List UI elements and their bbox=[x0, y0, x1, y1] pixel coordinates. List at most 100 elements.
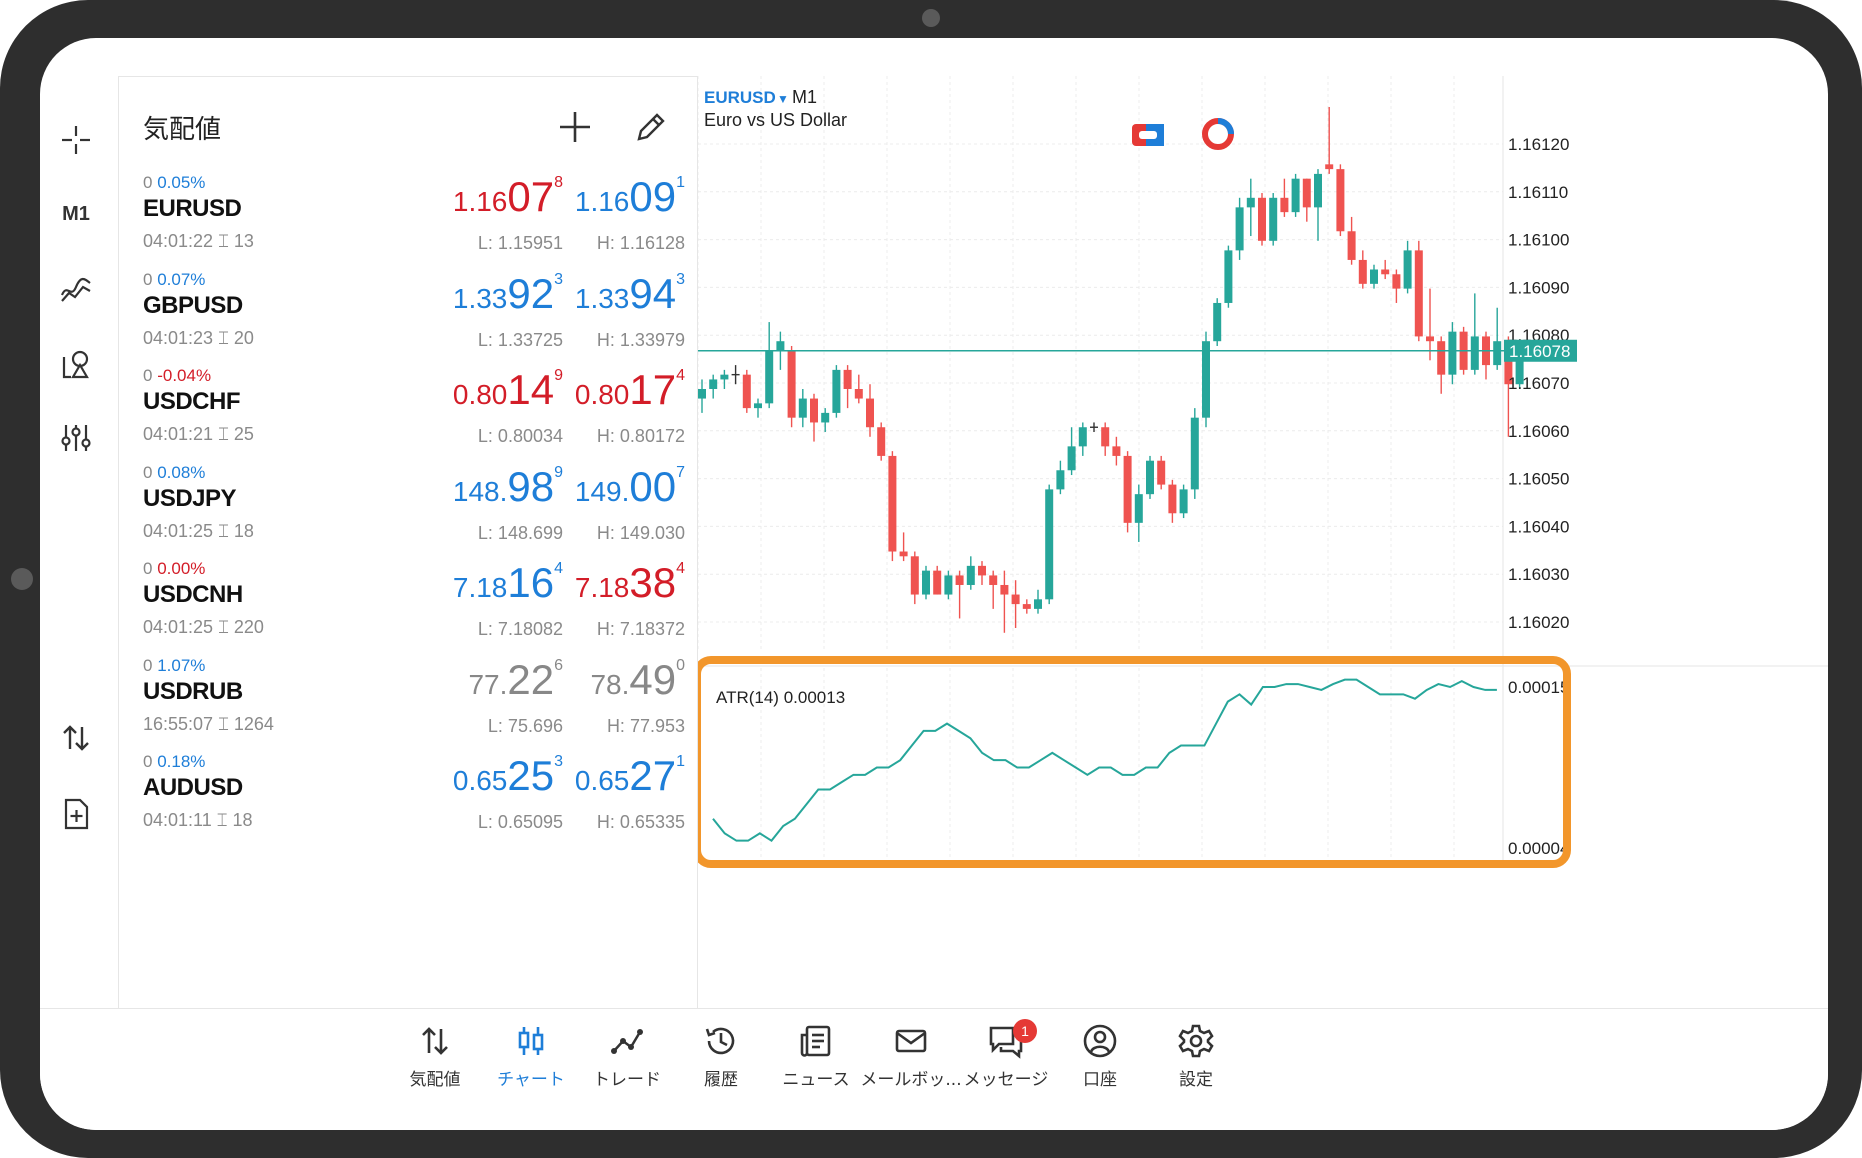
bid-price[interactable]: 1.33923 bbox=[453, 270, 563, 318]
price-tick: 1.16030 bbox=[1508, 565, 1569, 584]
candle-body bbox=[899, 551, 908, 557]
low-price: L: 1.33725 bbox=[477, 329, 563, 350]
change-points: 0 bbox=[143, 655, 153, 675]
nav-account[interactable]: 口座 bbox=[1045, 1023, 1155, 1113]
price-tick: 1.16070 bbox=[1508, 374, 1569, 393]
ask-price[interactable]: 1.33943 bbox=[575, 270, 685, 318]
candle-body bbox=[1403, 250, 1412, 289]
candle-body bbox=[922, 570, 930, 595]
candle-body bbox=[1000, 584, 1009, 595]
candlestick-chart[interactable]: 1.161201.161101.161001.160901.160801.160… bbox=[688, 76, 1828, 1008]
nav-history[interactable]: 履歴 bbox=[666, 1023, 776, 1113]
nav-label: メッセージ bbox=[963, 1070, 1049, 1090]
symbol-name: USDCHF bbox=[143, 388, 241, 415]
low-price: L: 0.65095 bbox=[477, 812, 563, 832]
candle-body bbox=[1347, 231, 1356, 260]
change-percent: 0 1.07% bbox=[143, 656, 205, 676]
nav-mail[interactable]: メールボッ... bbox=[856, 1023, 966, 1113]
edit-pencil-icon[interactable] bbox=[631, 107, 671, 147]
candle-body bbox=[1370, 269, 1378, 284]
chart-timeframe: M1 bbox=[792, 87, 817, 107]
nav-news[interactable]: ニュース bbox=[761, 1023, 871, 1113]
ask-fraction: 4 bbox=[676, 367, 685, 384]
ask-price[interactable]: 1.16091 bbox=[575, 173, 685, 221]
quote-time: 04:01:21 ⌶ 25 bbox=[143, 424, 254, 444]
bid-price[interactable]: 1.16078 bbox=[453, 173, 563, 221]
bid-big: 25 bbox=[507, 752, 555, 799]
clock-icon bbox=[1202, 118, 1234, 150]
candle-body bbox=[1067, 446, 1076, 471]
candle-body bbox=[910, 556, 919, 595]
change-percent: 0 0.07% bbox=[143, 270, 205, 290]
bid-price[interactable]: 0.80149 bbox=[453, 366, 563, 414]
chart-symbol: EURUSD bbox=[704, 88, 776, 107]
candle-body bbox=[1034, 599, 1042, 609]
bid-fraction: 3 bbox=[554, 753, 563, 770]
crosshair-icon[interactable] bbox=[54, 118, 98, 162]
candle-body bbox=[989, 575, 998, 585]
nav-label: トレード bbox=[593, 1070, 661, 1090]
candle-body bbox=[966, 565, 975, 585]
add-symbol-icon[interactable] bbox=[555, 107, 595, 147]
settings-sliders-icon[interactable] bbox=[54, 416, 98, 460]
ask-price[interactable]: 78.490 bbox=[590, 656, 685, 704]
ask-price[interactable]: 149.007 bbox=[575, 463, 685, 511]
timeframe-button[interactable]: M1 bbox=[54, 192, 98, 236]
bid-fraction: 3 bbox=[554, 270, 563, 288]
nav-chart[interactable]: チャート bbox=[476, 1023, 586, 1113]
symbol-name: GBPUSD bbox=[143, 291, 243, 319]
candle-body bbox=[866, 398, 874, 428]
trade-arrows-icon[interactable] bbox=[54, 716, 98, 760]
bid-prefix: 7.18 bbox=[452, 572, 508, 603]
change-points: 0 bbox=[143, 559, 153, 578]
ask-prefix: 149. bbox=[574, 475, 630, 507]
ask-fraction: 1 bbox=[676, 174, 685, 191]
candle-body bbox=[1336, 169, 1345, 232]
candle-body bbox=[888, 455, 897, 552]
quote-time: 04:01:25 ⌶ 18 bbox=[143, 520, 254, 541]
objects-icon[interactable] bbox=[54, 342, 98, 386]
bid-big: 92 bbox=[507, 269, 555, 317]
candle-body bbox=[1448, 331, 1457, 375]
symbol-name: USDJPY bbox=[143, 484, 237, 512]
bid-price[interactable]: 148.989 bbox=[453, 463, 563, 511]
candle-body bbox=[1101, 427, 1110, 447]
candle-body bbox=[1381, 269, 1390, 275]
candle-body bbox=[832, 369, 841, 413]
candle-body bbox=[742, 374, 751, 409]
ask-price[interactable]: 7.18384 bbox=[575, 559, 685, 607]
candle-body bbox=[854, 389, 863, 399]
candle-body bbox=[1392, 274, 1401, 289]
quote-row-audusd[interactable]: 0 0.18% AUDUSD 04:01:11 ⌶ 18 0.65253 0.65271… bbox=[119, 744, 697, 859]
bid-prefix: 77. bbox=[468, 668, 508, 700]
nav-settings[interactable]: 設定 bbox=[1141, 1023, 1251, 1113]
bid-price[interactable]: 0.65253 bbox=[453, 752, 563, 800]
bid-big: 16 bbox=[507, 559, 555, 606]
bid-price[interactable]: 77.226 bbox=[468, 656, 563, 704]
change-value: -0.04% bbox=[157, 366, 212, 385]
change-value: 0.18% bbox=[157, 752, 206, 771]
quote-time: 04:01:11 ⌶ 18 bbox=[143, 810, 253, 830]
candle-body bbox=[1179, 489, 1188, 514]
nav-quotes[interactable]: 気配値 bbox=[380, 1023, 490, 1113]
bid-fraction: 4 bbox=[554, 560, 563, 577]
chart-grid bbox=[697, 76, 1503, 866]
bid-price[interactable]: 7.18164 bbox=[453, 559, 563, 607]
chart-area[interactable]: 1.16120 1.16110 1.16100 1.16090 1.16080 1.160… bbox=[688, 76, 1828, 1008]
ask-big: 00 bbox=[629, 462, 677, 510]
ask-price[interactable]: 0.80174 bbox=[575, 366, 685, 414]
candle-body bbox=[1134, 494, 1143, 523]
ask-big: 09 bbox=[629, 173, 677, 220]
indicator-icon[interactable] bbox=[54, 266, 98, 310]
home-button[interactable] bbox=[11, 568, 33, 590]
chart-toolbar: M1 bbox=[40, 38, 118, 998]
new-order-icon[interactable] bbox=[54, 792, 98, 836]
symbol-name: EURUSD bbox=[143, 195, 242, 222]
bid-big: 14 bbox=[507, 366, 555, 413]
symbol-name: USDRUB bbox=[143, 677, 243, 705]
ask-price[interactable]: 0.65271 bbox=[575, 752, 685, 800]
change-value: 0.07% bbox=[157, 269, 206, 289]
candle-body bbox=[1358, 259, 1367, 284]
price-axis: 1.161201.161101.161001.160901.160801.160… bbox=[1502, 76, 1569, 866]
ask-fraction: 3 bbox=[676, 270, 685, 288]
